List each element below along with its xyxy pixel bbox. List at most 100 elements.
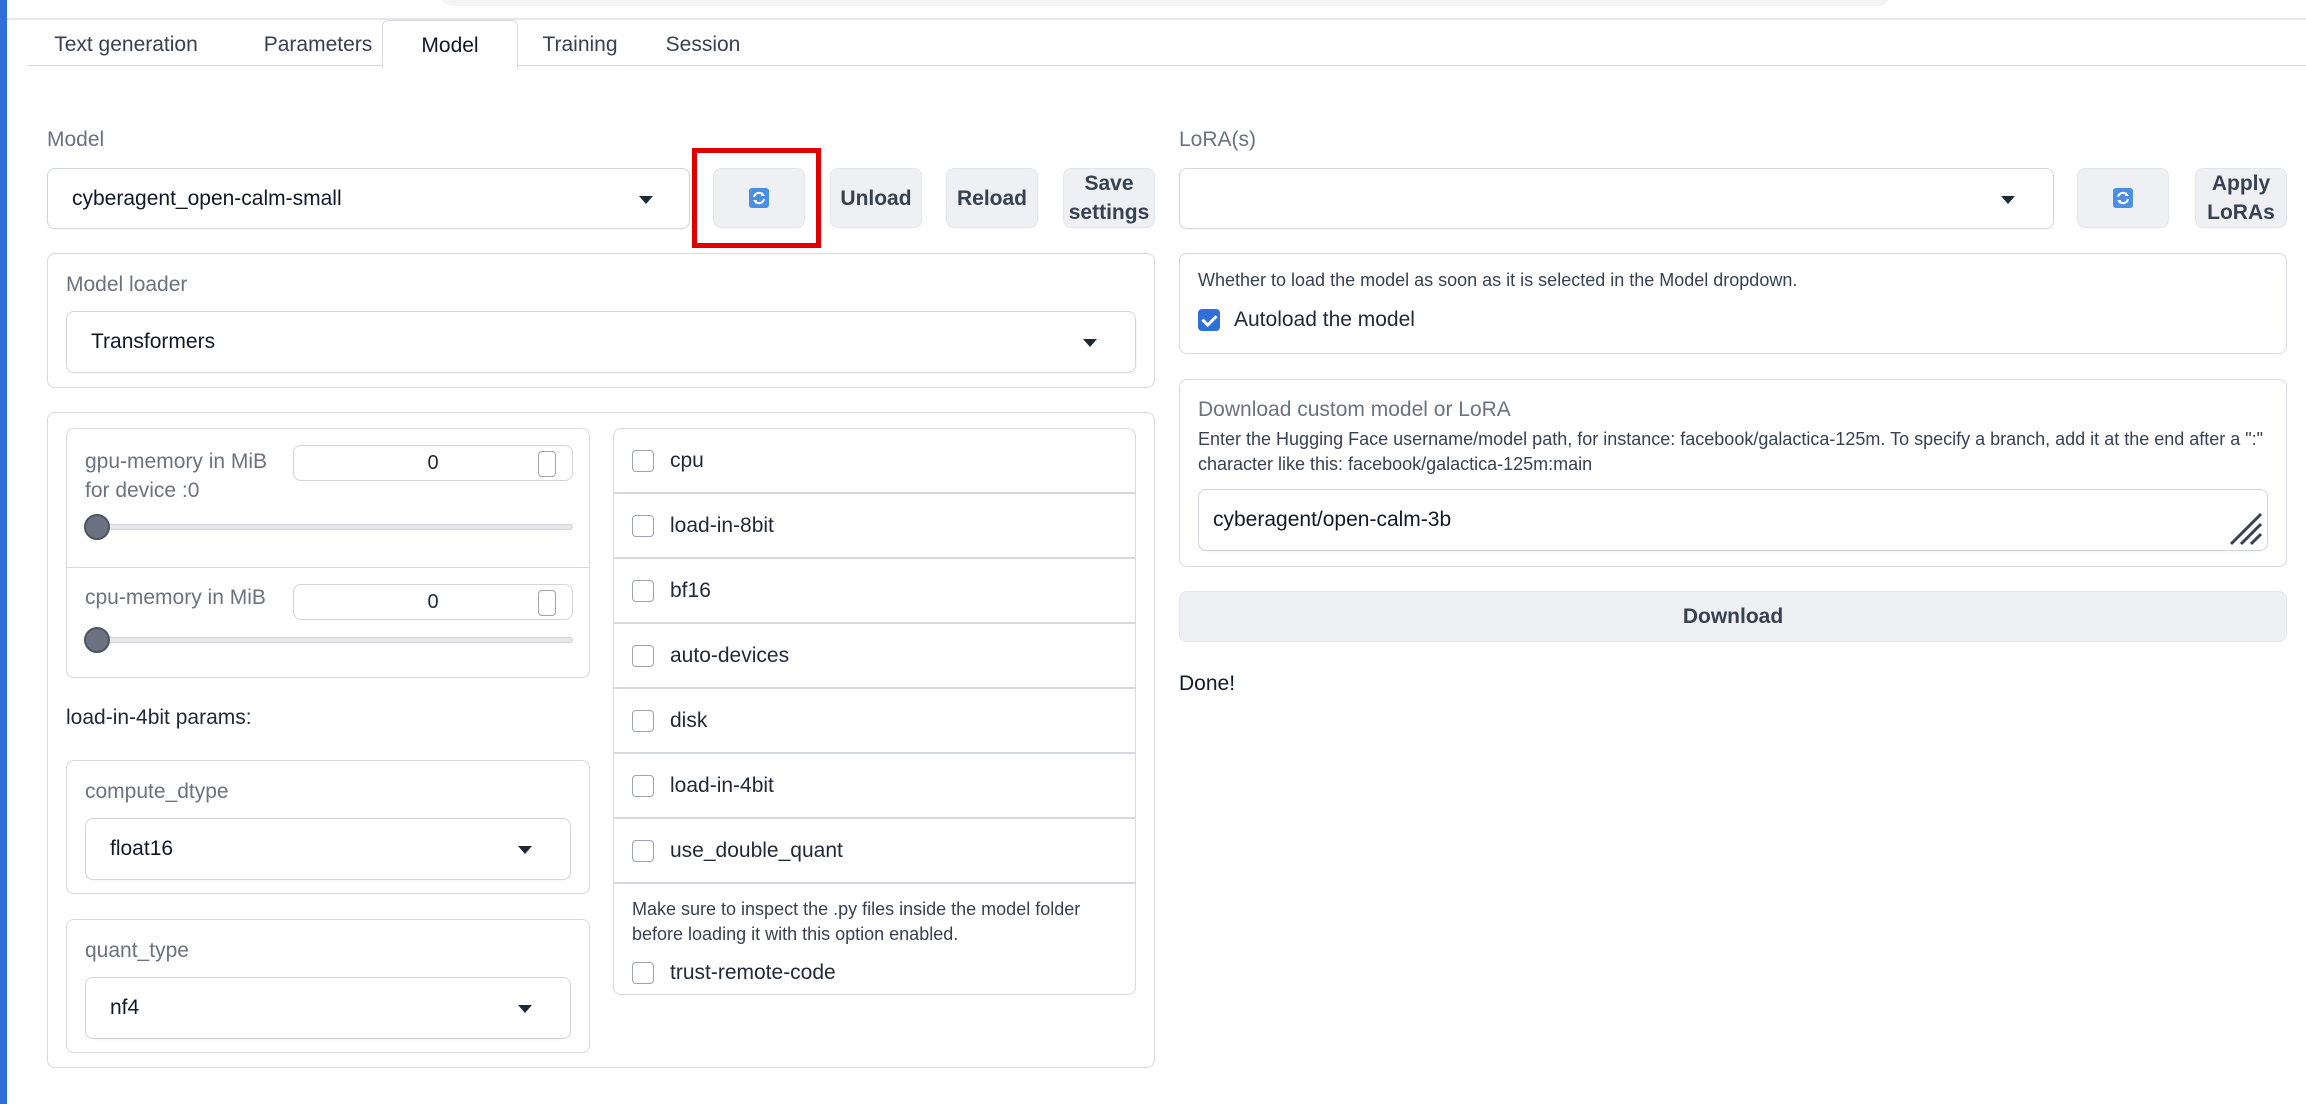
download-title: Download custom model or LoRA	[1198, 398, 1511, 421]
divider	[67, 567, 589, 568]
resize-handle-icon[interactable]	[2223, 506, 2263, 546]
model-loader-label: Model loader	[66, 273, 188, 296]
tab-model[interactable]: Model	[382, 20, 518, 69]
download-path-input[interactable]: cyberagent/open-calm-3b	[1198, 489, 2268, 551]
model-loader-dropdown[interactable]: Transformers	[66, 311, 1136, 373]
lora-dropdown[interactable]	[1179, 168, 2054, 229]
quant-type-dropdown[interactable]: nf4	[85, 977, 571, 1039]
four-bit-heading: load-in-4bit params:	[66, 706, 252, 729]
compute-dtype-label: compute_dtype	[85, 780, 229, 803]
gpu-memory-label-2: for device :0	[85, 479, 200, 502]
save-settings-label-1: Save	[1084, 172, 1134, 195]
gpu-memory-slider[interactable]	[87, 524, 573, 530]
cpu-memory-label: cpu-memory in MiB	[85, 586, 266, 609]
checkbox-auto-devices[interactable]: auto-devices	[614, 624, 1135, 689]
checkbox-trust-remote-code[interactable]: trust-remote-code	[614, 961, 1135, 985]
autoload-panel: Whether to load the model as soon as it …	[1179, 253, 2287, 354]
apply-loras-label-1: Apply	[2211, 172, 2271, 195]
model-label: Model	[47, 128, 105, 151]
chevron-down-icon	[1083, 339, 1097, 347]
download-panel: Download custom model or LoRA Enter the …	[1179, 379, 2287, 567]
checkbox-bf16[interactable]: bf16	[614, 559, 1135, 624]
cpu-memory-slider[interactable]	[87, 637, 573, 643]
tab-session[interactable]: Session	[638, 20, 768, 66]
gpu-memory-label-1: gpu-memory in MiB	[85, 450, 268, 473]
quant-type-label: quant_type	[85, 939, 189, 962]
trust-remote-info: Make sure to inspect the .py files insid…	[614, 884, 1135, 947]
checkbox-box[interactable]	[632, 839, 654, 862]
reload-button[interactable]: Reload	[946, 168, 1038, 228]
checkbox-label: cpu	[670, 448, 704, 472]
checkbox-box[interactable]	[632, 514, 654, 537]
stepper-icon[interactable]	[538, 590, 556, 616]
gpu-memory-label: gpu-memory in MiB for device :0	[85, 447, 267, 505]
unload-button[interactable]: Unload	[830, 168, 922, 228]
gpu-memory-input[interactable]: 0	[293, 445, 573, 481]
gpu-memory-value: 0	[427, 451, 439, 474]
checkbox-use-double-quant[interactable]: use_double_quant	[614, 819, 1135, 884]
save-settings-button[interactable]: Save settings	[1063, 168, 1155, 228]
checkbox-box[interactable]	[632, 962, 654, 984]
download-path-value: cyberagent/open-calm-3b	[1213, 508, 1452, 531]
chevron-down-icon	[518, 846, 532, 854]
model-loader-panel: Model loader Transformers	[47, 253, 1155, 388]
model-refresh-button[interactable]	[713, 168, 805, 228]
checkbox-box[interactable]	[632, 579, 654, 602]
checkbox-load-in-4bit[interactable]: load-in-4bit	[614, 754, 1135, 819]
checkbox-cpu[interactable]: cpu	[614, 429, 1135, 494]
autoload-info: Whether to load the model as soon as it …	[1198, 270, 1798, 290]
model-dropdown[interactable]: cyberagent_open-calm-small	[47, 168, 690, 229]
download-info-1: Enter the Hugging Face username/model pa…	[1198, 429, 2264, 449]
lora-refresh-button[interactable]	[2077, 168, 2169, 228]
tab-text-generation[interactable]: Text generation	[28, 20, 224, 66]
chevron-down-icon	[518, 1005, 532, 1013]
download-status: Done!	[1179, 672, 1236, 695]
checkbox-label: load-in-4bit	[670, 773, 774, 797]
checkbox-box[interactable]	[632, 449, 654, 472]
checkbox-label: use_double_quant	[670, 838, 843, 862]
top-bar	[440, 0, 1890, 6]
tab-bar: Text generation Parameters Model Trainin…	[28, 20, 2306, 69]
gpu-memory-slider-handle[interactable]	[84, 514, 110, 540]
checkbox-box[interactable]	[632, 774, 654, 797]
checkbox-box[interactable]	[1198, 309, 1220, 331]
checkbox-label: load-in-8bit	[670, 513, 774, 537]
cpu-memory-input[interactable]: 0	[293, 584, 573, 620]
model-dropdown-value: cyberagent_open-calm-small	[72, 186, 342, 210]
checkbox-label: disk	[670, 708, 708, 732]
refresh-icon	[749, 188, 769, 208]
cpu-memory-value: 0	[427, 590, 439, 613]
autoload-label: Autoload the model	[1234, 308, 1415, 331]
checkbox-label: auto-devices	[670, 643, 790, 667]
compute-dtype-value: float16	[110, 837, 174, 860]
memory-panel: gpu-memory in MiB for device :0 0 cpu-me…	[66, 428, 590, 678]
model-loader-value: Transformers	[91, 330, 216, 353]
flags-panel: cpu load-in-8bit bf16 auto-devices disk …	[613, 428, 1136, 995]
download-button[interactable]: Download	[1179, 591, 2287, 642]
tab-training[interactable]: Training	[516, 20, 644, 66]
download-info-2: character like this: facebook/galactica-…	[1198, 454, 1593, 474]
checkbox-label: trust-remote-code	[670, 961, 836, 984]
autoload-checkbox[interactable]: Autoload the model	[1180, 308, 1415, 332]
trust-remote-info-2: before loading it with this option enabl…	[632, 924, 959, 944]
download-info: Enter the Hugging Face username/model pa…	[1198, 427, 2263, 477]
quant-type-panel: quant_type nf4	[66, 919, 590, 1053]
chevron-down-icon	[2001, 196, 2015, 204]
checkbox-box[interactable]	[632, 709, 654, 732]
apply-loras-button[interactable]: Apply LoRAs	[2195, 168, 2287, 228]
checkbox-load-in-8bit[interactable]: load-in-8bit	[614, 494, 1135, 559]
window-left-edge	[0, 0, 7, 1104]
checkbox-label: bf16	[670, 578, 711, 602]
refresh-icon	[2113, 188, 2133, 208]
checkbox-disk[interactable]: disk	[614, 689, 1135, 754]
cpu-memory-slider-handle[interactable]	[84, 627, 110, 653]
compute-dtype-panel: compute_dtype float16	[66, 760, 590, 894]
stepper-icon[interactable]	[538, 451, 556, 477]
lora-label: LoRA(s)	[1179, 128, 1257, 151]
compute-dtype-dropdown[interactable]: float16	[85, 818, 571, 880]
trust-remote-info-1: Make sure to inspect the .py files insid…	[632, 899, 1081, 919]
chevron-down-icon	[639, 196, 653, 204]
checkbox-box[interactable]	[632, 644, 654, 667]
save-settings-label-2: settings	[1068, 201, 1150, 224]
apply-loras-label-2: LoRAs	[2207, 201, 2275, 224]
